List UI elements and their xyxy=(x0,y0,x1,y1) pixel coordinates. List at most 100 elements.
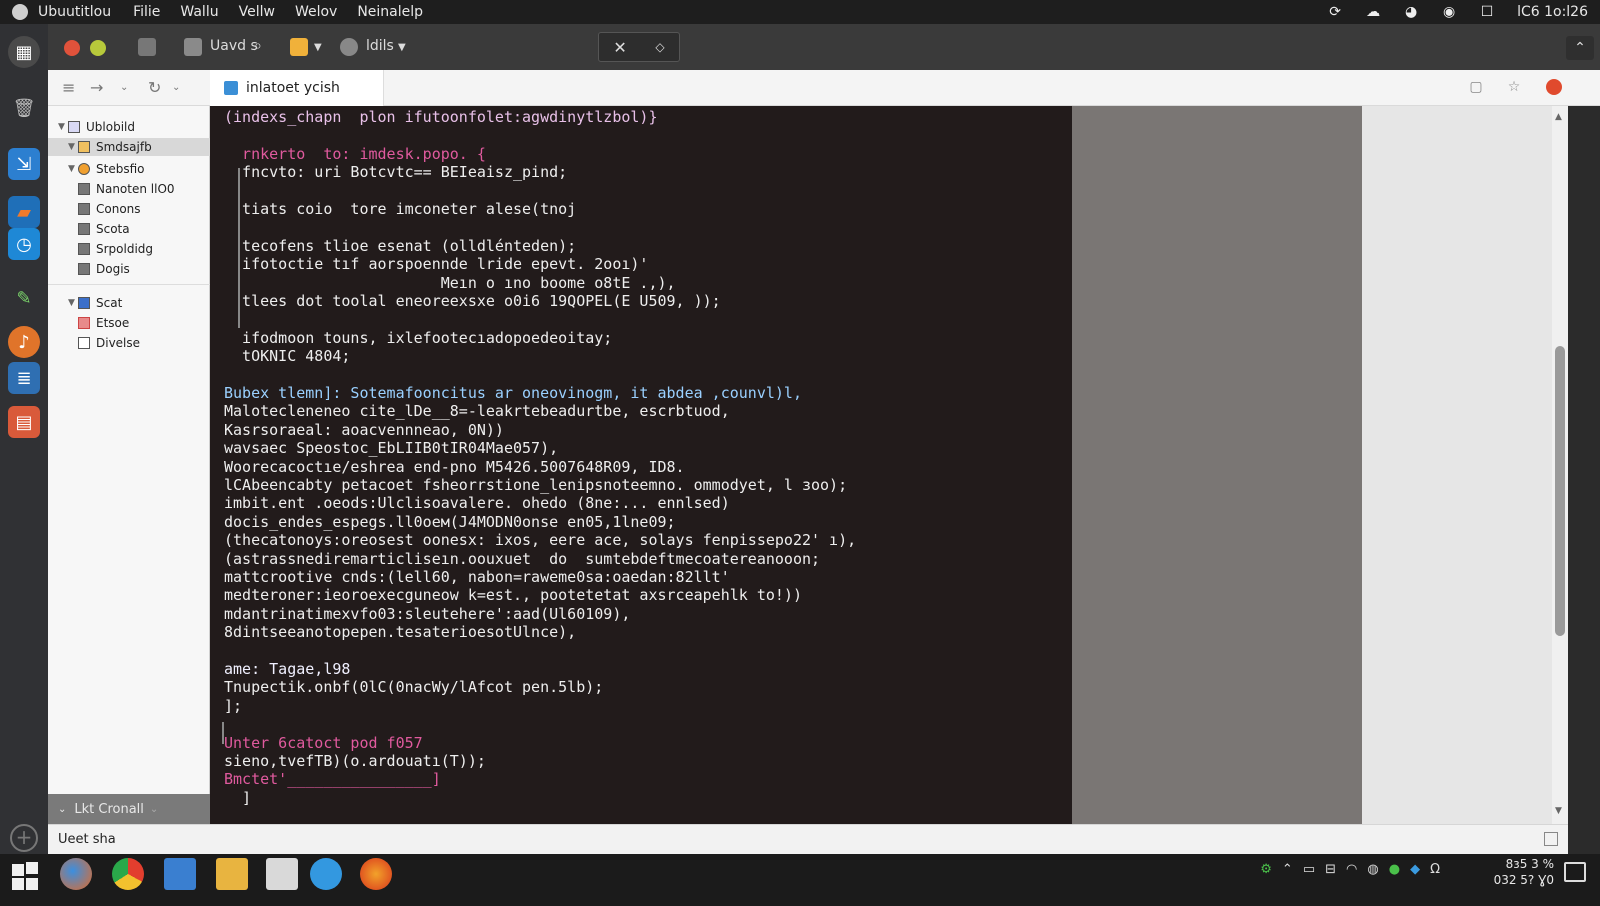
scroll-down-arrow-icon[interactable]: ▼ xyxy=(1555,806,1562,816)
scrollbar-thumb[interactable] xyxy=(1555,346,1565,636)
volume-icon[interactable]: ◍ xyxy=(1367,862,1378,877)
chat-icon[interactable]: ◕ xyxy=(1403,4,1419,20)
tree-item[interactable]: ▼ Stebsfio xyxy=(48,160,210,178)
record-icon[interactable] xyxy=(1546,79,1562,95)
collapse-button[interactable]: ⌃ xyxy=(1566,36,1594,60)
menu-item-help[interactable]: Neinalelp xyxy=(357,4,423,20)
code-line: Meın o ıno boome o8tE .,), xyxy=(224,273,676,292)
checkbox-icon[interactable] xyxy=(184,38,202,56)
code-line: tecofens tlioe esenat (olldlénteden); xyxy=(224,236,577,255)
dropbox-icon[interactable]: ◆ xyxy=(1410,862,1420,877)
taskbar-clock[interactable]: 8ɜ5 3 % 032 5? Ɣ0 xyxy=(1494,856,1554,888)
notes-app-icon[interactable] xyxy=(266,858,298,890)
sync-icon[interactable]: ⟳ xyxy=(1327,4,1343,20)
close-icon[interactable]: ✕ xyxy=(613,38,626,57)
chevron-down-icon[interactable]: ⌄ xyxy=(150,804,158,815)
chevron-down-icon[interactable]: ▼ xyxy=(398,42,406,53)
tree-item[interactable]: ▼ Ublobild xyxy=(48,118,210,136)
expand-arrow-icon[interactable]: ▼ xyxy=(68,298,78,308)
minimize-window-button[interactable] xyxy=(90,40,106,56)
folder-app-icon[interactable] xyxy=(216,858,248,890)
presentation-app-icon[interactable]: ▤ xyxy=(8,406,40,438)
forward-arrow-icon[interactable]: → xyxy=(90,78,103,97)
tree-item[interactable]: Dogis xyxy=(48,260,210,278)
tree-footer-panel[interactable]: ⌄ Lkt Cronall ⌄ xyxy=(48,794,210,824)
tree-item-selected[interactable]: ▼ Smdsajfb xyxy=(48,138,210,156)
clock-app-icon[interactable]: ◷ xyxy=(8,228,40,260)
volume-icon[interactable]: ◉ xyxy=(1441,4,1457,20)
page-icon[interactable]: ▢ xyxy=(1468,79,1484,95)
app-status-icon[interactable]: ● xyxy=(1389,862,1400,877)
chrome-icon[interactable] xyxy=(112,858,144,890)
tree-item[interactable]: ▼ Scat xyxy=(48,294,210,312)
tree-item[interactable]: Scota xyxy=(48,220,210,238)
chevron-down-icon[interactable]: ▼ xyxy=(314,42,322,53)
code-editor[interactable]: (indexs_chapn plon ifutoonfolet:agwdinyt… xyxy=(210,106,1072,824)
tree-item[interactable]: Divelse xyxy=(48,334,210,352)
code-line: Kasrsoraeal: aoacvennneao, 0N)) xyxy=(224,420,504,439)
layout-toggle-icon[interactable] xyxy=(1544,832,1558,846)
code-line: ]; xyxy=(224,696,243,715)
code-line: fncvto: uri Botcvtc== BEIeaisz_pind; xyxy=(224,163,568,182)
music-app-icon[interactable]: ♪ xyxy=(8,326,40,358)
toolbar-tool1-label[interactable]: Uavd s xyxy=(210,38,258,54)
window-icon[interactable]: ☐ xyxy=(1479,4,1495,20)
file-explorer-icon[interactable] xyxy=(164,858,196,890)
mail-icon[interactable] xyxy=(290,38,308,56)
menu-hamburger-icon[interactable]: ≡ xyxy=(62,78,75,97)
diamond-icon[interactable]: ◇ xyxy=(655,40,664,54)
folder-icon[interactable] xyxy=(138,38,156,56)
vertical-scrollbar[interactable]: ▲ ▼ xyxy=(1552,106,1568,824)
language-icon[interactable]: Ω xyxy=(1430,862,1440,877)
chevron-down-icon[interactable]: ⌄ xyxy=(58,804,66,815)
tab-active-file[interactable]: inlatoet ycish xyxy=(210,70,384,106)
refresh-icon[interactable]: ↻ xyxy=(148,78,161,97)
tree-item-label: Divelse xyxy=(96,336,141,350)
browser-app-icon[interactable] xyxy=(360,858,392,890)
menu-item-3[interactable]: Vellw xyxy=(239,4,275,20)
system-clock[interactable]: lC6 1ᴏ:l26 xyxy=(1517,4,1588,20)
tree-item-label: Stebsfio xyxy=(96,162,145,176)
battery-icon[interactable]: ▭ xyxy=(1303,862,1315,877)
chevron-up-icon[interactable]: ⌃ xyxy=(1282,862,1293,877)
code-line: (indexs_chapn plon ifutoonfolet:agwdinyt… xyxy=(224,108,658,126)
scroll-up-arrow-icon[interactable]: ▲ xyxy=(1555,112,1562,122)
expand-arrow-icon[interactable]: ▼ xyxy=(68,142,78,152)
expand-arrow-icon[interactable]: ▼ xyxy=(58,122,68,132)
apps-grid-icon[interactable]: ▦ xyxy=(8,36,40,68)
toolbar-tool2-label[interactable]: ldils xyxy=(366,38,394,54)
chevron-down-icon[interactable]: ⌄ xyxy=(172,82,180,93)
star-icon[interactable]: ☆ xyxy=(1506,79,1522,95)
network-icon[interactable]: ⊟ xyxy=(1325,862,1336,877)
image-file-icon xyxy=(78,263,90,275)
tree-item[interactable]: Etsoe xyxy=(48,314,210,332)
image-file-icon xyxy=(78,243,90,255)
messaging-app-icon[interactable] xyxy=(310,858,342,890)
document-app-icon[interactable]: ≣ xyxy=(8,362,40,394)
notification-center-icon[interactable] xyxy=(1564,862,1586,882)
tree-item[interactable]: Nanoten llO0 xyxy=(48,180,210,198)
cloud-upload-icon[interactable]: ☁ xyxy=(1365,4,1381,20)
start-menu-icon[interactable] xyxy=(12,862,40,890)
ubuntu-logo-icon[interactable] xyxy=(12,4,28,20)
wifi-icon[interactable]: ◠ xyxy=(1346,862,1357,877)
tree-item[interactable]: Conons xyxy=(48,200,210,218)
software-store-icon[interactable]: ▰ xyxy=(8,196,40,228)
menu-item-file[interactable]: Filie xyxy=(133,4,160,20)
search-icon[interactable]: ⌕ xyxy=(254,38,262,54)
firefox-icon[interactable] xyxy=(60,858,92,890)
menu-item-2[interactable]: Wallu xyxy=(180,4,218,20)
settings-gear-icon[interactable] xyxy=(340,38,358,56)
close-window-button[interactable] xyxy=(64,40,80,56)
pen-tool-icon[interactable]: ✎ xyxy=(8,282,40,314)
code-line: Bubex tlemn]: Sotemafooncitus ar oneovin… xyxy=(224,384,802,402)
sync-icon[interactable]: ⚙ xyxy=(1260,862,1272,877)
add-app-icon[interactable]: + xyxy=(10,824,38,852)
tree-item[interactable]: Srpoldidg xyxy=(48,240,210,258)
expand-arrow-icon[interactable]: ▼ xyxy=(68,164,78,174)
app-name[interactable]: Ubuutitlou xyxy=(38,4,111,20)
chevron-down-icon[interactable]: ⌄ xyxy=(120,82,128,93)
trash-icon[interactable]: 🗑 xyxy=(8,92,40,124)
menu-item-4[interactable]: Welov xyxy=(295,4,337,20)
files-app-icon[interactable]: ⇲ xyxy=(8,148,40,180)
